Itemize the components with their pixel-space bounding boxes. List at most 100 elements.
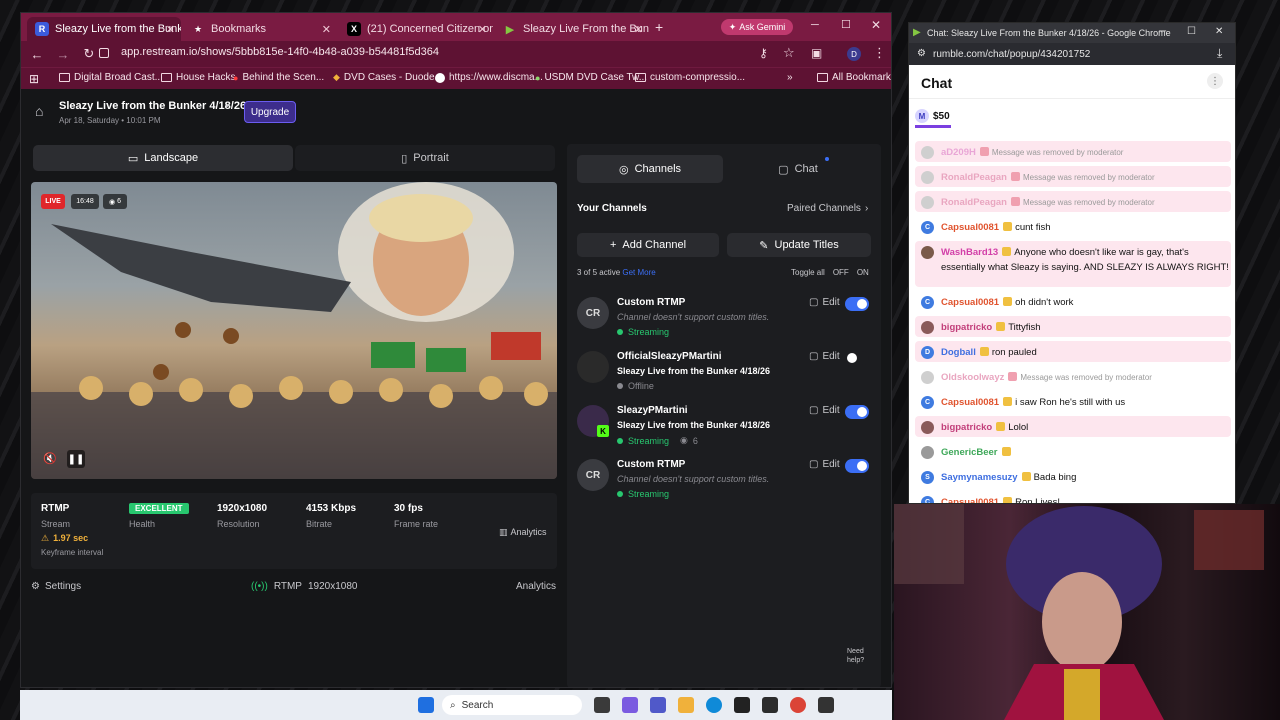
chat-username[interactable]: Capsual0081 xyxy=(941,222,999,233)
chat-avatar[interactable]: C xyxy=(921,396,934,409)
bookmark-item[interactable]: custom-compressio... xyxy=(635,72,745,83)
tab-restream[interactable]: R Sleazy Live from the Bunker 4/1 ✕ xyxy=(27,17,181,41)
tab-bookmarks[interactable]: ★ Bookmarks ✕ xyxy=(183,17,337,41)
chat-username[interactable]: Capsual0081 xyxy=(941,497,999,503)
channel-toggle[interactable] xyxy=(845,405,869,419)
chat-avatar[interactable] xyxy=(921,171,934,184)
get-more-link[interactable]: Get More xyxy=(622,268,655,277)
stream-preview[interactable]: LIVE 16:48 ◉ 6 🔇 ❚❚ xyxy=(31,182,557,479)
analytics-link[interactable]: ▥ Analytics xyxy=(499,527,547,538)
site-info-icon[interactable] xyxy=(99,48,109,58)
chat-avatar[interactable]: C xyxy=(921,221,934,234)
chat-avatar[interactable] xyxy=(921,146,934,159)
chat-username[interactable]: Oldskoolwayz xyxy=(941,372,1004,383)
chat-avatar[interactable] xyxy=(921,371,934,384)
home-icon[interactable]: ⌂ xyxy=(35,103,43,119)
bookmark-item[interactable]: ◆ DVD Cases - Duode... xyxy=(333,72,443,83)
edit-channel-button[interactable]: ▢ Edit xyxy=(809,351,840,362)
copilot-icon[interactable] xyxy=(622,697,638,713)
paired-channels-link[interactable]: Paired Channels › xyxy=(787,203,868,214)
chat-url[interactable]: rumble.com/chat/popup/434201752 xyxy=(933,49,1090,60)
close-tab-icon[interactable]: ✕ xyxy=(478,23,487,36)
chat-options-icon[interactable]: ⋮ xyxy=(1207,73,1223,89)
bookmark-item[interactable]: ● USDM DVD Case Tw... xyxy=(535,72,647,83)
chat-username[interactable]: WashBard13 xyxy=(941,247,998,258)
chat-scrollbar[interactable] xyxy=(1227,137,1233,503)
maximize-icon[interactable]: ☐ xyxy=(841,18,851,31)
rant-pill[interactable]: M $50 xyxy=(915,109,950,123)
mute-icon[interactable]: 🔇 xyxy=(43,452,57,465)
mail-icon[interactable] xyxy=(762,697,778,713)
chat-username[interactable]: RonaldPeagan xyxy=(941,197,1007,208)
obs-icon[interactable] xyxy=(818,697,834,713)
back-icon[interactable]: ← xyxy=(27,47,47,62)
chat-username[interactable]: aD209H xyxy=(941,147,976,158)
chat-username[interactable]: bigpatricko xyxy=(941,322,992,333)
minimize-icon[interactable]: ─ xyxy=(1159,26,1166,37)
chat-username[interactable]: Dogball xyxy=(941,347,976,358)
download-icon[interactable]: ⤓ xyxy=(1217,46,1222,61)
chat-avatar[interactable] xyxy=(921,446,934,459)
more-menu-icon[interactable]: ⋮ xyxy=(873,45,886,61)
update-titles-button[interactable]: ✎ Update Titles xyxy=(727,233,871,257)
channel-toggle[interactable] xyxy=(845,459,869,473)
reload-icon[interactable]: ↻ xyxy=(79,46,99,62)
chat-avatar[interactable] xyxy=(921,421,934,434)
tab-landscape[interactable]: ▭ Landscape xyxy=(33,145,293,171)
chat-username[interactable]: Capsual0081 xyxy=(941,397,999,408)
password-key-icon[interactable]: ⚷ xyxy=(759,46,768,60)
file-explorer-icon[interactable] xyxy=(678,697,694,713)
profile-avatar[interactable]: D xyxy=(847,47,861,61)
upgrade-button[interactable]: Upgrade xyxy=(244,101,296,123)
chat-avatar[interactable] xyxy=(921,321,934,334)
chevron-down-icon[interactable]: ⌄ xyxy=(223,99,231,110)
pause-icon[interactable]: ❚❚ xyxy=(67,450,85,468)
close-tab-icon[interactable]: ✕ xyxy=(634,23,643,36)
site-info-icon[interactable]: ⚙ xyxy=(917,48,926,59)
tab-chat[interactable]: ▢ Chat xyxy=(725,155,871,183)
toggle-all-on[interactable]: ON xyxy=(857,268,869,277)
analytics-footer-link[interactable]: Analytics xyxy=(516,581,556,592)
chat-avatar[interactable]: C xyxy=(921,496,934,503)
ask-gemini-button[interactable]: ✦ Ask Gemini xyxy=(721,19,793,35)
tab-channels[interactable]: ◎ Channels xyxy=(577,155,723,183)
close-tab-icon[interactable]: ✕ xyxy=(166,23,175,36)
chat-username[interactable]: Saymynamesuzy xyxy=(941,472,1018,483)
chat-avatar[interactable]: D xyxy=(921,346,934,359)
toggle-all-off[interactable]: OFF xyxy=(833,268,849,277)
url-field[interactable]: app.restream.io/shows/5bbb815e-14f0-4b48… xyxy=(121,46,439,58)
show-title[interactable]: Sleazy Live from the Bunker 4/18/26 xyxy=(59,100,246,112)
tab-x[interactable]: X (21) Concerned Citizen on X: "I ✕ xyxy=(339,17,493,41)
close-window-icon[interactable]: ✕ xyxy=(1215,26,1223,37)
new-tab-button[interactable]: + xyxy=(655,19,663,35)
side-panel-icon[interactable]: ▣ xyxy=(811,46,822,60)
close-window-icon[interactable]: ✕ xyxy=(871,18,881,32)
chat-avatar[interactable]: S xyxy=(921,471,934,484)
apps-grid-icon[interactable]: ⊞ xyxy=(29,72,39,86)
need-help-button[interactable]: Need help? xyxy=(847,647,873,665)
bookmark-item[interactable]: https://www.discma... xyxy=(435,72,543,83)
edit-channel-button[interactable]: ▢ Edit xyxy=(809,405,840,416)
bookmark-star-icon[interactable]: ☆ xyxy=(783,45,795,61)
minimize-icon[interactable]: ─ xyxy=(811,19,819,31)
bookmarks-overflow-icon[interactable]: » xyxy=(787,72,793,83)
bookmark-item[interactable]: ● Behind the Scen... xyxy=(233,72,324,83)
chat-username[interactable]: Capsual0081 xyxy=(941,297,999,308)
bookmark-item[interactable]: Digital Broad Cast... xyxy=(59,72,163,83)
chrome-icon[interactable] xyxy=(790,697,806,713)
channel-toggle[interactable] xyxy=(845,297,869,311)
bookmark-item[interactable]: House Hacks xyxy=(161,72,235,83)
edit-channel-button[interactable]: ▢ Edit xyxy=(809,459,840,470)
chat-username[interactable]: GenericBeer xyxy=(941,447,998,458)
chat-avatar[interactable]: C xyxy=(921,296,934,309)
taskbar-search[interactable]: ⌕ Search xyxy=(442,695,582,715)
forward-icon[interactable]: → xyxy=(53,47,73,62)
tab-rumble[interactable]: ▶ Sleazy Live From the Bunker 4/ ✕ xyxy=(495,17,649,41)
channel-toggle[interactable] xyxy=(845,351,869,365)
task-view-icon[interactable] xyxy=(594,697,610,713)
chat-avatar[interactable] xyxy=(921,246,934,259)
chat-avatar[interactable] xyxy=(921,196,934,209)
teams-icon[interactable] xyxy=(650,697,666,713)
windows-start-icon[interactable] xyxy=(418,697,434,713)
maximize-icon[interactable]: ☐ xyxy=(1187,26,1196,37)
